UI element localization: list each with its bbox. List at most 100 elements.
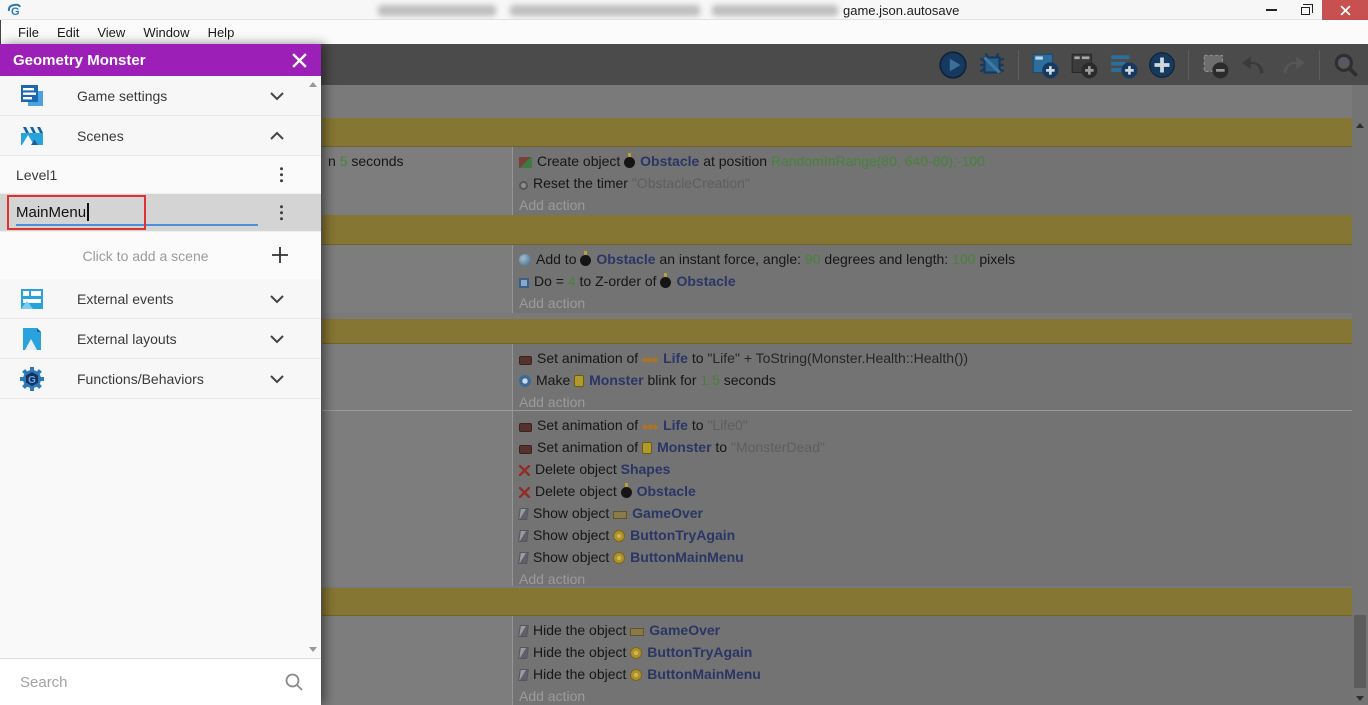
scene-item-level1[interactable]: Level1 (0, 156, 321, 194)
event-comment-banner[interactable] (322, 588, 1352, 616)
action-row[interactable]: Create object Obstacle at position Rando… (513, 150, 1352, 172)
svg-text:G: G (11, 6, 20, 18)
action-row[interactable]: Hide the object ButtonTryAgain (513, 641, 1352, 663)
close-window-button[interactable] (1322, 0, 1368, 20)
search-input[interactable]: Search (20, 674, 283, 691)
action-row[interactable]: Hide the object ButtonMainMenu (513, 663, 1352, 685)
preview-button[interactable] (937, 49, 969, 81)
window-title: game.json.autosave (843, 3, 960, 18)
chevron-down-icon[interactable] (265, 287, 289, 311)
conditions-cell[interactable] (322, 344, 513, 410)
action-row[interactable]: Show object ButtonTryAgain (513, 524, 1352, 546)
chevron-up-icon[interactable] (265, 124, 289, 148)
text-segment: 1.5 (700, 372, 720, 388)
action-row[interactable]: Reset the timer "ObstacleCreation" (513, 172, 1352, 194)
plus-icon[interactable] (269, 244, 291, 266)
add-scene-button[interactable]: Click to add a scene (0, 232, 321, 279)
event-comment-banner[interactable] (322, 215, 1352, 245)
project-manager-header: Geometry Monster (0, 44, 321, 76)
sidebar-item-label: Functions/Behaviors (77, 370, 204, 387)
action-row[interactable]: Hide the object GameOver (513, 619, 1352, 641)
action-row[interactable]: Delete object Obstacle (513, 480, 1352, 502)
chevron-down-icon[interactable] (265, 84, 289, 108)
add-action-link[interactable]: Add action (513, 685, 1352, 705)
sidebar-item-label: Game settings (77, 87, 168, 104)
scroll-down-icon[interactable] (309, 647, 317, 652)
text-segment: 90 (804, 251, 821, 267)
action-row[interactable]: Set animation of Monster to "MonsterDead… (513, 436, 1352, 458)
action-row[interactable]: Add to Obstacle an instant force, angle:… (513, 248, 1352, 270)
add-action-link[interactable]: Add action (513, 568, 1352, 586)
scene-item-editing[interactable]: MainMenu (0, 194, 321, 232)
scroll-up-icon[interactable] (309, 82, 317, 87)
event-comment-banner[interactable] (322, 118, 1352, 147)
add-sub-event-button[interactable] (1068, 49, 1100, 81)
chevron-down-icon[interactable] (265, 327, 289, 351)
delete-event-icon (1203, 54, 1229, 78)
menu-edit[interactable]: Edit (48, 25, 88, 40)
action-row[interactable]: Show object ButtonMainMenu (513, 546, 1352, 568)
button-icon (630, 647, 643, 659)
search-events-button[interactable] (1330, 49, 1362, 81)
text-segment: n (328, 153, 340, 169)
panel-scrollbar[interactable] (307, 78, 319, 656)
add-action-link[interactable]: Add action (513, 292, 1352, 313)
menu-file[interactable]: File (9, 25, 48, 40)
add-action-link[interactable]: Add action (513, 194, 1352, 215)
more-options-icon[interactable] (279, 166, 283, 183)
menu-window[interactable]: Window (134, 25, 198, 40)
sidebar-item-scenes[interactable]: Scenes (0, 116, 321, 156)
events-scrollbar[interactable] (1352, 85, 1368, 705)
add-event-icon (1032, 53, 1059, 78)
text-segment: Show object (533, 549, 614, 565)
action-row[interactable]: Make Monster blink for 1.5 seconds (513, 369, 1352, 391)
sidebar-item-game-settings[interactable]: Game settings (0, 76, 321, 116)
delete-event-button[interactable] (1199, 49, 1231, 81)
add-event-button[interactable] (1029, 49, 1061, 81)
search-icon[interactable] (283, 671, 305, 693)
sidebar-item-external-events[interactable]: External events (0, 279, 321, 319)
redo-icon (1283, 55, 1305, 74)
conditions-cell[interactable]: n 5 seconds (322, 147, 513, 215)
conditions-cell[interactable] (322, 245, 513, 313)
scene-name-input[interactable]: MainMenu (16, 200, 89, 224)
sidebar-item-functions-behaviors[interactable]: G Functions/Behaviors (0, 359, 321, 399)
text-segment: an instant force, angle: (655, 251, 805, 267)
undo-button[interactable] (1238, 49, 1270, 81)
add-action-link[interactable]: Add action (513, 391, 1352, 410)
add-comment-button[interactable] (1107, 49, 1139, 81)
sidebar-item-external-layouts[interactable]: External layouts (0, 319, 321, 359)
visibility-icon (518, 552, 529, 564)
scroll-up-icon[interactable] (1356, 123, 1364, 128)
action-row[interactable]: Set animation of Life to "Life" + ToStri… (513, 347, 1352, 369)
scroll-down-icon[interactable] (1356, 696, 1364, 701)
scenes-icon (21, 126, 43, 145)
add-circle-icon (1149, 51, 1175, 78)
redo-button[interactable] (1277, 49, 1309, 81)
text-segment: to (687, 350, 708, 366)
text-segment: "ObstacleCreation" (631, 175, 750, 191)
event-comment-banner[interactable] (322, 319, 1352, 344)
search-bar: Search (0, 658, 321, 705)
text-segment: Obstacle (636, 483, 696, 499)
conditions-cell[interactable] (322, 616, 513, 705)
action-row[interactable]: Show object GameOver (513, 502, 1352, 524)
conditions-cell[interactable] (322, 411, 513, 586)
action-row[interactable]: Delete object Shapes (513, 458, 1352, 480)
action-row[interactable]: Do = 4 to Z-order of Obstacle (513, 270, 1352, 292)
menu-help[interactable]: Help (199, 25, 244, 40)
chevron-down-icon[interactable] (265, 367, 289, 391)
menu-view[interactable]: View (88, 25, 134, 40)
scrollbar-thumb[interactable] (1354, 615, 1366, 688)
text-segment: seconds (347, 153, 404, 169)
debugger-button[interactable] (976, 49, 1008, 81)
action-row[interactable]: Set animation of Life to "Life0" (513, 414, 1352, 436)
condition-row[interactable]: n 5 seconds (322, 150, 512, 172)
minimize-button[interactable] (1256, 0, 1286, 20)
event-block: Set animation of Life to "Life" + ToStri… (322, 344, 1352, 410)
more-options-icon[interactable] (279, 204, 283, 221)
blurred-title-text (712, 5, 838, 16)
restore-button[interactable] (1290, 0, 1320, 20)
close-panel-icon[interactable] (291, 52, 308, 69)
add-other-event-button[interactable] (1146, 49, 1178, 81)
